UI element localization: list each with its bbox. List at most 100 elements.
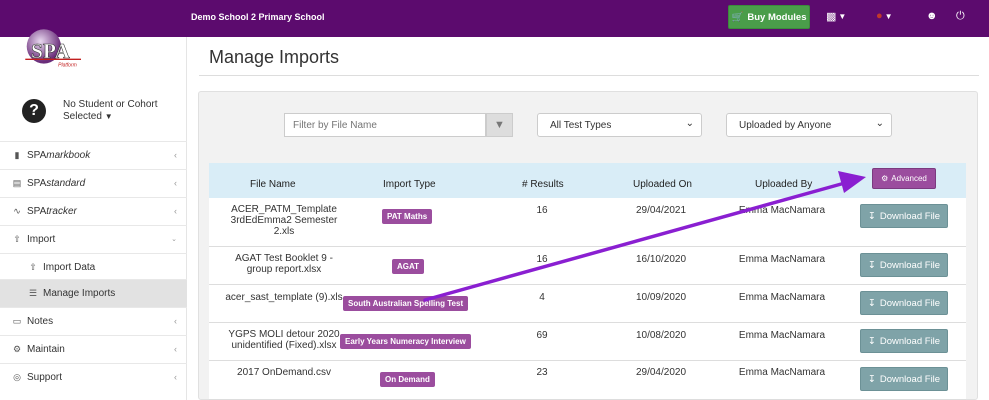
table-row: 2017 OnDemand.csv On Demand 23 29/04/202… [209, 361, 966, 400]
user-button[interactable]: ☻ [926, 10, 938, 22]
download-icon: ↧ [867, 297, 876, 309]
chevron-down-icon: ▼ [838, 12, 847, 21]
import-type-badge: South Australian Spelling Test [343, 296, 469, 311]
table-row: AGAT Test Booklet 9 - group report.xlsx … [209, 247, 966, 285]
chevron-down-icon: ▼ [104, 112, 113, 121]
sidebar-item-label: SPAtracker [27, 206, 77, 217]
power-icon: ⏻ [956, 10, 965, 22]
uploaded-on-cell: 29/04/2021 [635, 205, 687, 216]
download-icon: ↧ [867, 335, 876, 347]
book-icon: ▮ [14, 150, 20, 160]
buy-modules-label: Buy Modules [747, 11, 807, 23]
upload-icon: ⇧ [29, 262, 37, 272]
sidebar-item-import-data[interactable]: ⇧ Import Data [0, 253, 187, 281]
sidebar: SPA Platform ? No Student or Cohort Sele… [0, 29, 187, 400]
uploaded-by-cell: Emma MacNamara [738, 292, 826, 303]
import-type-badge: PAT Maths [382, 209, 433, 224]
sidebar-item-standard[interactable]: ▤ SPAstandard ‹ [0, 169, 187, 197]
chevron-left-icon: ‹ [174, 206, 177, 216]
uploaded-by-select-value: Uploaded by Anyone [739, 119, 832, 131]
chevron-left-icon: ‹ [174, 316, 177, 326]
filter-file-name-input[interactable] [284, 113, 486, 137]
import-type-badge: On Demand [380, 372, 435, 387]
bar-chart-icon: ▤ [12, 178, 22, 188]
file-name-cell: acer_sast_template (9).xls [225, 292, 343, 303]
advanced-label: Advanced [891, 174, 927, 183]
uploaded-by-cell: Emma MacNamara [738, 205, 826, 216]
line-chart-icon: ∿ [13, 206, 21, 216]
sidebar-item-manage-imports[interactable]: ☰ Manage Imports [0, 279, 187, 307]
uploaded-by-cell: Emma MacNamara [738, 330, 826, 341]
sidebar-item-support[interactable]: ◎ Support ‹ [0, 363, 187, 391]
sidebar-item-markbook[interactable]: ▮ SPAmarkbook ‹ [0, 141, 187, 169]
cart-icon: 🛒 [731, 11, 744, 23]
results-cell: 69 [536, 330, 548, 341]
results-cell: 16 [536, 254, 548, 265]
sidebar-item-label: Support [27, 372, 63, 383]
divider [199, 75, 979, 76]
list-icon: ☰ [28, 288, 38, 298]
sidebar-item-label: Manage Imports [43, 288, 116, 299]
uploaded-by-cell: Emma MacNamara [738, 367, 826, 378]
table-row: ACER_PATM_Template 3rdEdEmma2 Semester 2… [209, 198, 966, 247]
logout-button[interactable]: ⏻ [956, 10, 965, 23]
sitemap-icon: ▩ [826, 11, 837, 23]
table-row: YGPS MOLI detour 2020 unidentified (Fixe… [209, 323, 966, 361]
column-header-results: # Results [522, 179, 564, 190]
buy-modules-button[interactable]: 🛒 Buy Modules [728, 5, 810, 29]
column-header-import-type: Import Type [383, 179, 436, 190]
sitemap-menu[interactable]: ▩ ▼ [826, 10, 846, 23]
uploaded-on-cell: 29/04/2020 [635, 367, 687, 378]
download-file-button[interactable]: ↧ Download File [860, 253, 948, 277]
chevron-left-icon: ‹ [174, 344, 177, 354]
import-type-badge: AGAT [392, 259, 425, 274]
upload-icon: ⇧ [13, 234, 21, 244]
sidebar-item-label: Notes [27, 316, 54, 327]
advanced-button[interactable]: ⚙ Advanced [872, 168, 936, 189]
sidebar-item-notes[interactable]: ▭ Notes ‹ [0, 307, 187, 335]
chevron-down-icon: ⌄ [875, 118, 884, 129]
gears-icon: ⚙ [12, 344, 22, 354]
table-header: File Name Import Type # Results Uploaded… [209, 163, 966, 198]
test-type-select[interactable]: All Test Types ⌄ [537, 113, 702, 137]
table-row: acer_sast_template (9).xls South Austral… [209, 285, 966, 323]
sidebar-item-label: Import Data [43, 262, 96, 273]
cohort-selector[interactable]: ? No Student or Cohort Selected ▼ [22, 99, 182, 127]
chevron-left-icon: ‹ [174, 150, 177, 160]
uploaded-on-cell: 16/10/2020 [635, 254, 687, 265]
import-type-badge: Early Years Numeracy Interview [340, 334, 471, 349]
cohort-line-2: Selected [63, 111, 102, 122]
download-file-button[interactable]: ↧ Download File [860, 329, 948, 353]
uploaded-by-cell: Emma MacNamara [738, 254, 826, 265]
download-icon: ↧ [867, 210, 876, 222]
uploaded-on-cell: 10/09/2020 [635, 292, 687, 303]
cohort-line-1: No Student or Cohort [63, 99, 158, 110]
page-title: Manage Imports [209, 47, 340, 67]
filter-button[interactable]: ▼ [486, 113, 513, 137]
file-name-cell: ACER_PATM_Template 3rdEdEmma2 Semester 2… [230, 204, 338, 237]
download-icon: ↧ [867, 259, 876, 271]
download-file-button[interactable]: ↧ Download File [860, 291, 948, 315]
school-name: Demo School 2 Primary School [191, 12, 325, 22]
question-circle-icon: ? [22, 99, 46, 123]
column-header-uploaded-on: Uploaded On [633, 179, 692, 190]
sidebar-item-label: Maintain [27, 344, 65, 355]
filter-icon: ▼ [494, 119, 505, 131]
uploaded-on-cell: 10/08/2020 [635, 330, 687, 341]
chevron-down-icon: ▼ [884, 11, 893, 21]
file-name-cell: AGAT Test Booklet 9 - group report.xlsx [235, 253, 333, 275]
uploaded-by-select[interactable]: Uploaded by Anyone ⌄ [726, 113, 892, 137]
top-navbar: Demo School 2 Primary School 🛒 Buy Modul… [0, 0, 989, 37]
download-file-button[interactable]: ↧ Download File [860, 367, 948, 391]
results-cell: 23 [536, 367, 548, 378]
file-icon: ▭ [12, 316, 22, 326]
sidebar-item-import[interactable]: ⇧ Import ⌄ [0, 225, 187, 253]
results-cell: 4 [539, 292, 545, 303]
column-header-file-name: File Name [250, 179, 296, 190]
sidebar-item-tracker[interactable]: ∿ SPAtracker ‹ [0, 197, 187, 225]
spa-logo[interactable]: SPA Platform [14, 25, 98, 75]
paw-menu[interactable]: ● ▼ [876, 10, 893, 22]
file-name-cell: YGPS MOLI detour 2020 unidentified (Fixe… [228, 329, 340, 351]
download-file-button[interactable]: ↧ Download File [860, 204, 948, 228]
sidebar-item-maintain[interactable]: ⚙ Maintain ‹ [0, 335, 187, 363]
